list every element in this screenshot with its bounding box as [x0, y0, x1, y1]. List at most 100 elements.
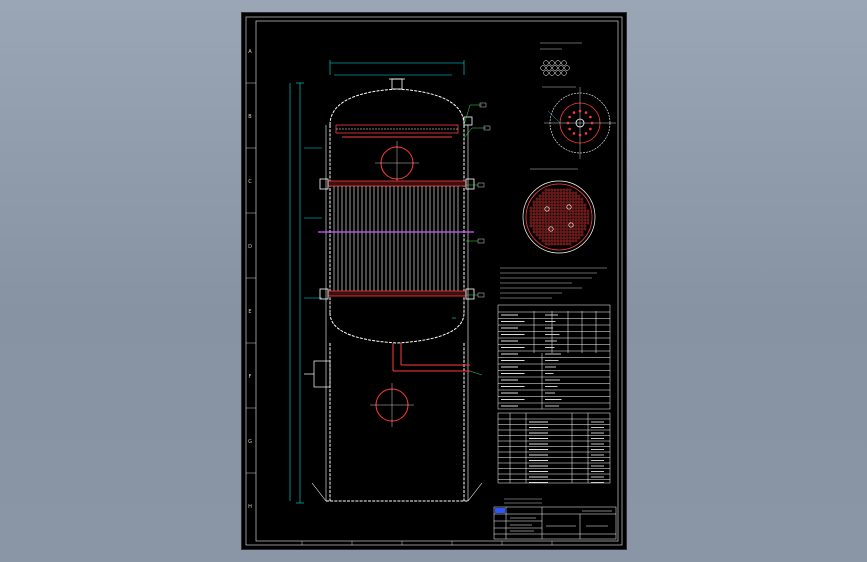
tube-hole	[577, 206, 581, 210]
tube-hole	[553, 200, 557, 204]
tube-hole	[553, 215, 557, 219]
tube-hole	[553, 188, 557, 192]
tube-hole	[535, 227, 539, 231]
tube-hole	[562, 197, 566, 201]
tube-hole	[580, 203, 584, 207]
tube-hole	[559, 191, 563, 195]
frame-zone-letter: D	[248, 244, 252, 250]
tube-hole	[574, 236, 578, 240]
tube-hole	[544, 236, 548, 240]
drawing-canvas: A B C D E F G H	[245, 16, 623, 546]
tube-hole	[580, 197, 584, 201]
tube-hole	[568, 197, 572, 201]
tube-hole	[568, 191, 572, 195]
distributor-hole	[568, 127, 571, 131]
tube-hole	[556, 233, 560, 237]
tube-hole	[535, 221, 539, 225]
tube-hole	[577, 224, 581, 228]
frame-zone-letter: H	[248, 504, 252, 510]
tube-hole	[541, 197, 545, 201]
tube-hole	[580, 233, 584, 237]
distributor-hole	[578, 109, 582, 113]
tube-hole	[568, 209, 572, 213]
tube-pattern-circle	[546, 65, 552, 71]
tube-hole	[547, 233, 551, 237]
tube-hole	[574, 206, 578, 210]
tube-hole	[565, 242, 569, 246]
tube-hole	[583, 209, 587, 213]
tube-hole	[535, 206, 539, 210]
tube-hole	[532, 218, 536, 222]
tube-hole	[544, 191, 548, 195]
tube-hole	[553, 242, 557, 246]
tube-hole	[544, 239, 548, 243]
tube-hole	[544, 188, 548, 192]
tube-hole	[577, 221, 581, 225]
tube-hole	[562, 206, 566, 210]
tube-hole	[550, 206, 554, 210]
tube-hole	[571, 194, 575, 198]
tube-hole	[547, 215, 551, 219]
tube-hole	[544, 233, 548, 237]
tube-hole	[532, 209, 536, 213]
tube-hole	[568, 236, 572, 240]
tube-hole	[538, 209, 542, 213]
tube-hole	[574, 221, 578, 225]
tube-hole	[544, 197, 548, 201]
tube-hole	[532, 203, 536, 207]
tube-hole	[553, 227, 557, 231]
tube-hole	[553, 233, 557, 237]
tube-hole	[553, 206, 557, 210]
tube-hole	[571, 236, 575, 240]
tube-hole	[541, 206, 545, 210]
tube-hole	[559, 218, 563, 222]
tube-hole	[550, 236, 554, 240]
tube-hole	[556, 227, 560, 231]
tube-hole	[529, 215, 533, 219]
tube-hole	[574, 224, 578, 228]
tube-hole	[550, 221, 554, 225]
tube-hole	[553, 197, 557, 201]
tube-hole	[568, 200, 572, 204]
tube-hole	[541, 203, 545, 207]
tube-hole	[550, 200, 554, 204]
tube-hole	[559, 230, 563, 234]
tube-hole	[538, 203, 542, 207]
tube-hole	[529, 224, 533, 228]
tube-hole	[553, 236, 557, 240]
tube-hole	[571, 233, 575, 237]
tube-pattern-circle	[564, 65, 570, 71]
tube-pattern-circle	[549, 70, 555, 76]
tube-pattern-circle	[561, 60, 567, 66]
tube-hole	[565, 227, 569, 231]
tube-hole	[538, 227, 542, 231]
tube-hole	[556, 224, 560, 228]
tube-hole	[565, 197, 569, 201]
tube-hole	[541, 212, 545, 216]
tube-hole	[586, 209, 590, 213]
tube-hole	[577, 215, 581, 219]
tube-hole	[559, 227, 563, 231]
tube-hole	[535, 200, 539, 204]
tube-hole	[529, 212, 533, 216]
tube-hole	[562, 227, 566, 231]
tube-hole	[556, 203, 560, 207]
tube-hole	[550, 239, 554, 243]
distributor-hole	[584, 111, 588, 114]
frame-zone-letter: G	[248, 439, 252, 445]
tube-hole	[562, 209, 566, 213]
tube-hole	[565, 191, 569, 195]
tube-hole	[577, 236, 581, 240]
tube-hole	[544, 227, 548, 231]
tube-hole	[547, 191, 551, 195]
tube-hole	[580, 200, 584, 204]
tube-hole	[580, 206, 584, 210]
tube-hole	[586, 218, 590, 222]
tube-hole	[571, 203, 575, 207]
tube-hole	[550, 209, 554, 213]
tube-hole	[562, 212, 566, 216]
tube-hole	[565, 194, 569, 198]
lower-tube-sheet	[327, 290, 467, 297]
tube-hole	[580, 218, 584, 222]
tube-pattern-circle	[543, 70, 549, 76]
